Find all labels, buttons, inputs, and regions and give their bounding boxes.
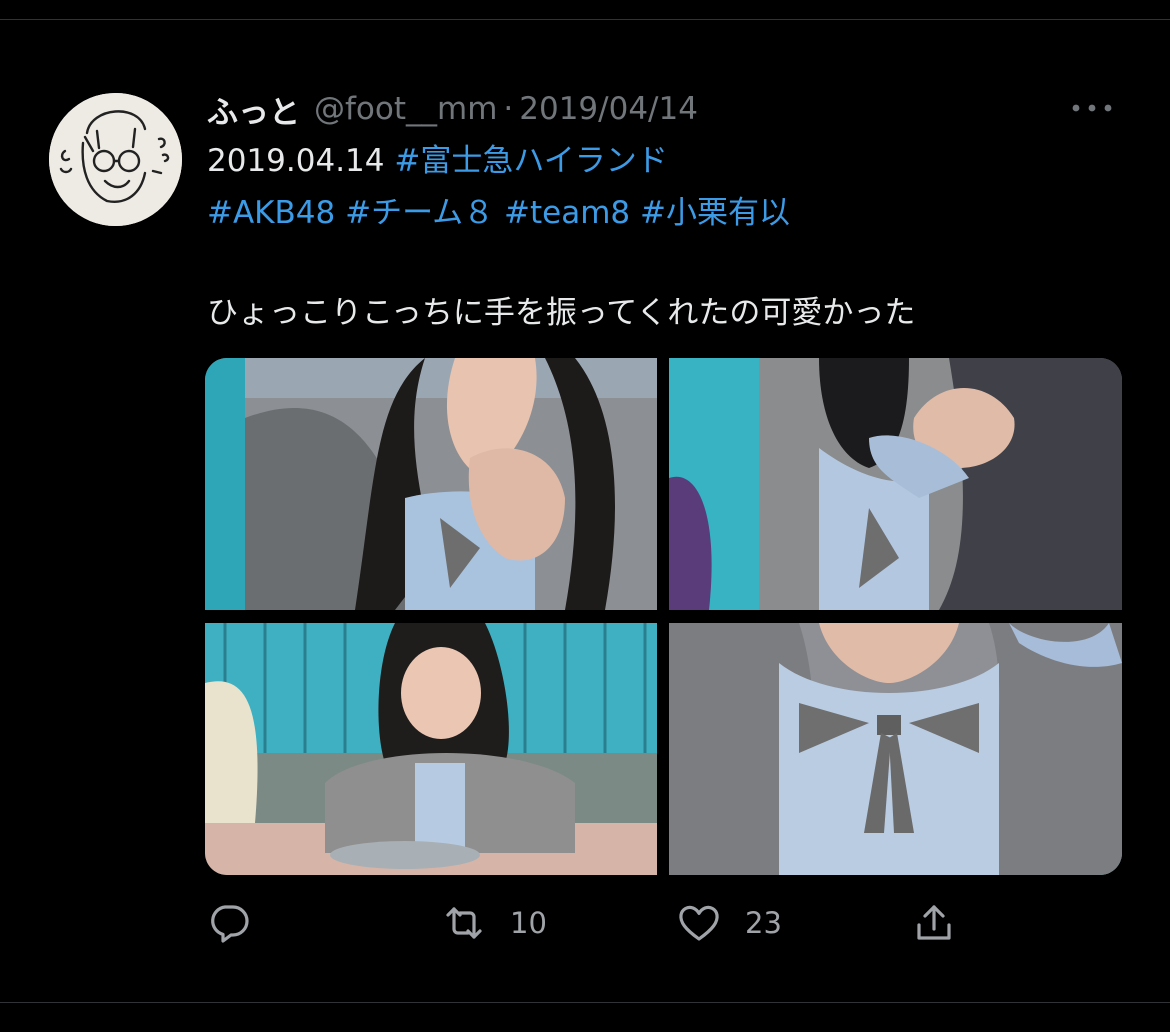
hashtag-link[interactable]: #小栗有以 bbox=[640, 195, 790, 231]
media-grid bbox=[205, 358, 1122, 875]
photo-bow-ribbon-closeup[interactable] bbox=[669, 623, 1122, 875]
tweet-text: 2019.04.14 bbox=[207, 143, 395, 179]
like-count: 23 bbox=[745, 906, 782, 940]
photo-raised-hand-closeup[interactable] bbox=[669, 358, 1122, 610]
tweet-text: ひょっこりこっちに手を振ってくれたの可愛かった bbox=[207, 295, 916, 331]
tweet-text-line-2: #AKB48 #チーム８ #team8 #小栗有以 bbox=[207, 193, 790, 233]
share-upload-icon bbox=[917, 905, 951, 940]
photo-waving-closeup[interactable] bbox=[205, 358, 657, 610]
hashtag-link[interactable]: #富士急ハイランド bbox=[394, 143, 667, 179]
retweet-icon bbox=[446, 907, 482, 939]
photo-teacup-ride[interactable] bbox=[205, 623, 657, 875]
heart-icon bbox=[679, 905, 719, 941]
tweet-text bbox=[630, 195, 640, 231]
reply-bubble-icon bbox=[211, 905, 249, 943]
author-display-name[interactable]: ふっと bbox=[207, 87, 300, 132]
tweet-text-line-3: ひょっこりこっちに手を振ってくれたの可愛かった bbox=[207, 293, 915, 333]
more-dots-icon bbox=[1072, 104, 1112, 112]
bottom-divider bbox=[0, 1002, 1170, 1003]
reply-button[interactable] bbox=[205, 895, 275, 951]
like-button[interactable]: 23 bbox=[675, 895, 782, 951]
more-button[interactable] bbox=[1068, 93, 1116, 123]
retweet-button[interactable]: 10 bbox=[440, 895, 547, 951]
hand-drawn-face-avatar-icon bbox=[49, 93, 182, 226]
header-separator: · bbox=[503, 91, 514, 127]
top-divider bbox=[0, 19, 1170, 20]
tweet-actions: 10 23 bbox=[205, 895, 1122, 951]
hashtag-link[interactable]: #team8 bbox=[504, 195, 630, 231]
share-button[interactable] bbox=[910, 895, 980, 951]
avatar[interactable] bbox=[49, 93, 182, 226]
tweet-text-line-1: 2019.04.14 #富士急ハイランド bbox=[207, 141, 668, 181]
tweet-text bbox=[335, 195, 345, 231]
retweet-count: 10 bbox=[510, 906, 547, 940]
tweet-text bbox=[494, 195, 504, 231]
hashtag-link[interactable]: #AKB48 bbox=[207, 195, 335, 231]
author-handle[interactable]: @foot__mm bbox=[314, 91, 497, 127]
tweet-header: ふっと @foot__mm · 2019/04/14 bbox=[207, 84, 698, 134]
tweet-date[interactable]: 2019/04/14 bbox=[519, 91, 698, 127]
hashtag-link[interactable]: #チーム８ bbox=[345, 195, 494, 231]
